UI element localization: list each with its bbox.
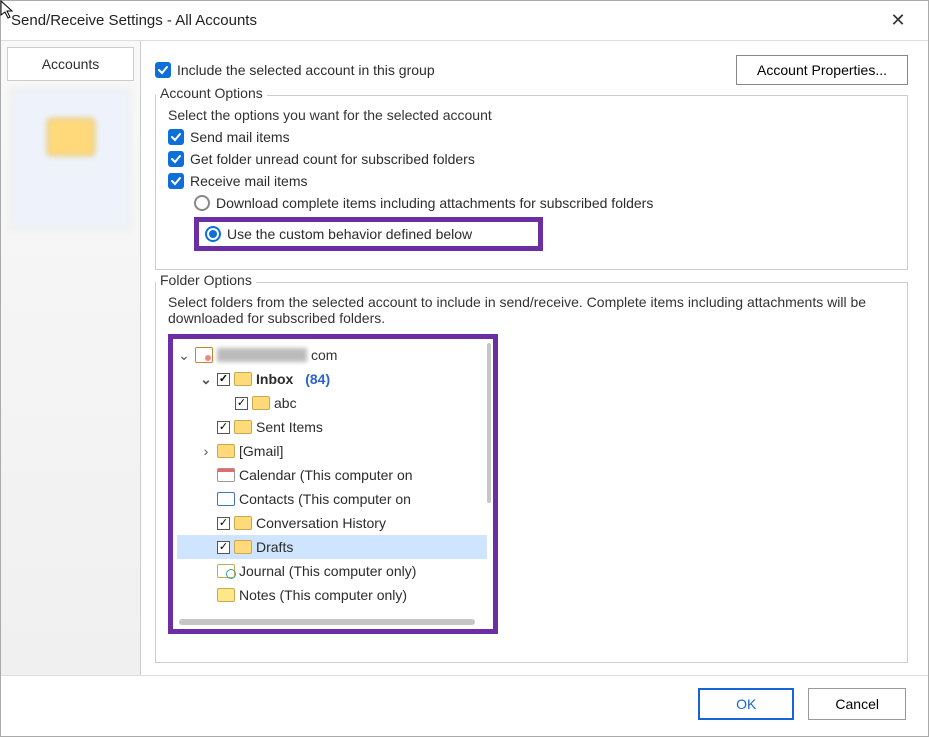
accounts-sidebar: Accounts: [1, 41, 141, 675]
tree-label: abc: [274, 395, 297, 411]
include-account-label: Include the selected account in this gro…: [177, 62, 435, 78]
account-options-legend: Account Options: [156, 85, 267, 101]
folder-icon: [234, 516, 252, 530]
folder-options-legend: Folder Options: [156, 272, 256, 288]
tree-inbox-abc[interactable]: abc: [177, 391, 487, 415]
account-name-blurred: [217, 348, 307, 362]
tree-conversation-history[interactable]: Conversation History: [177, 511, 487, 535]
folder-icon: [217, 444, 235, 458]
tree-contacts[interactable]: Contacts (This computer on: [177, 487, 487, 511]
tree-label: Contacts (This computer on: [239, 491, 411, 507]
send-mail-checkbox[interactable]: Send mail items: [168, 129, 895, 145]
tree-count: (84): [305, 371, 330, 387]
window-title: Send/Receive Settings - All Accounts: [11, 12, 257, 29]
folder-tree-highlight: ⌄ com ⌄ Inbox (84): [168, 334, 498, 634]
tree-checkbox[interactable]: [217, 541, 230, 554]
radio-custom-label: Use the custom behavior defined below: [227, 226, 472, 242]
expander-icon[interactable]: ›: [199, 443, 213, 459]
tree-label: Journal (This computer only): [239, 563, 416, 579]
checkmark-icon: [168, 173, 184, 189]
radio-icon: [194, 195, 210, 211]
folder-options-help: Select folders from the selected account…: [168, 294, 895, 326]
unread-count-checkbox[interactable]: Get folder unread count for subscribed f…: [168, 151, 895, 167]
tree-drafts[interactable]: Drafts: [177, 535, 487, 559]
contacts-icon: [217, 492, 235, 506]
folder-tree[interactable]: ⌄ com ⌄ Inbox (84): [173, 339, 493, 629]
tree-checkbox[interactable]: [217, 373, 230, 386]
mailbox-icon: [195, 347, 213, 363]
journal-icon: [217, 564, 235, 578]
receive-mail-checkbox[interactable]: Receive mail items: [168, 173, 895, 189]
calendar-icon: [217, 468, 235, 482]
radio-custom-behavior[interactable]: Use the custom behavior defined below: [194, 217, 895, 251]
account-thumbnail[interactable]: [11, 89, 130, 229]
checkmark-icon: [168, 129, 184, 145]
tree-label: [Gmail]: [239, 443, 283, 459]
radio-download-complete[interactable]: Download complete items including attach…: [194, 195, 895, 211]
horizontal-scrollbar[interactable]: [179, 619, 475, 625]
radio-icon: [205, 226, 221, 242]
tree-checkbox[interactable]: [235, 397, 248, 410]
tree-label: Inbox: [256, 371, 293, 387]
highlight-box: Use the custom behavior defined below: [194, 217, 543, 251]
tree-label: Notes (This computer only): [239, 587, 407, 603]
tree-label: Conversation History: [256, 515, 386, 531]
tree-checkbox[interactable]: [217, 517, 230, 530]
account-options-help: Select the options you want for the sele…: [168, 107, 895, 123]
dialog-window: Send/Receive Settings - All Accounts ✕ A…: [0, 0, 929, 737]
tree-sent-items[interactable]: Sent Items: [177, 415, 487, 439]
tree-root[interactable]: ⌄ com: [177, 343, 487, 367]
cancel-button[interactable]: Cancel: [808, 688, 906, 720]
vertical-scrollbar[interactable]: [487, 343, 491, 503]
tree-checkbox[interactable]: [217, 421, 230, 434]
expander-icon[interactable]: ⌄: [199, 371, 213, 388]
tree-notes[interactable]: Notes (This computer only): [177, 583, 487, 607]
tree-calendar[interactable]: Calendar (This computer on: [177, 463, 487, 487]
dialog-buttons: OK Cancel: [1, 675, 928, 736]
unread-count-label: Get folder unread count for subscribed f…: [190, 151, 475, 167]
tree-gmail[interactable]: › [Gmail]: [177, 439, 487, 463]
account-name-suffix: com: [311, 347, 337, 363]
folder-options-group: Folder Options Select folders from the s…: [155, 282, 908, 663]
folder-icon: [234, 372, 252, 386]
notes-icon: [217, 588, 235, 602]
include-account-checkbox[interactable]: Include the selected account in this gro…: [155, 62, 435, 78]
sidebar-header: Accounts: [7, 47, 134, 81]
radio-download-label: Download complete items including attach…: [216, 195, 653, 211]
expander-icon[interactable]: ⌄: [177, 347, 191, 364]
tree-inbox[interactable]: ⌄ Inbox (84): [177, 367, 487, 391]
ok-button[interactable]: OK: [698, 688, 794, 720]
folder-icon: [47, 118, 95, 156]
send-mail-label: Send mail items: [190, 129, 290, 145]
folder-icon: [234, 420, 252, 434]
folder-icon: [234, 540, 252, 554]
tree-label: Drafts: [256, 539, 293, 555]
tree-journal[interactable]: Journal (This computer only): [177, 559, 487, 583]
receive-mail-label: Receive mail items: [190, 173, 307, 189]
tree-label: Calendar (This computer on: [239, 467, 413, 483]
folder-icon: [252, 396, 270, 410]
titlebar: Send/Receive Settings - All Accounts ✕: [1, 1, 928, 41]
tree-label: Sent Items: [256, 419, 323, 435]
close-button[interactable]: ✕: [878, 6, 918, 36]
checkmark-icon: [155, 62, 171, 78]
account-properties-button[interactable]: Account Properties...: [736, 55, 908, 85]
checkmark-icon: [168, 151, 184, 167]
account-options-group: Account Options Select the options you w…: [155, 95, 908, 270]
